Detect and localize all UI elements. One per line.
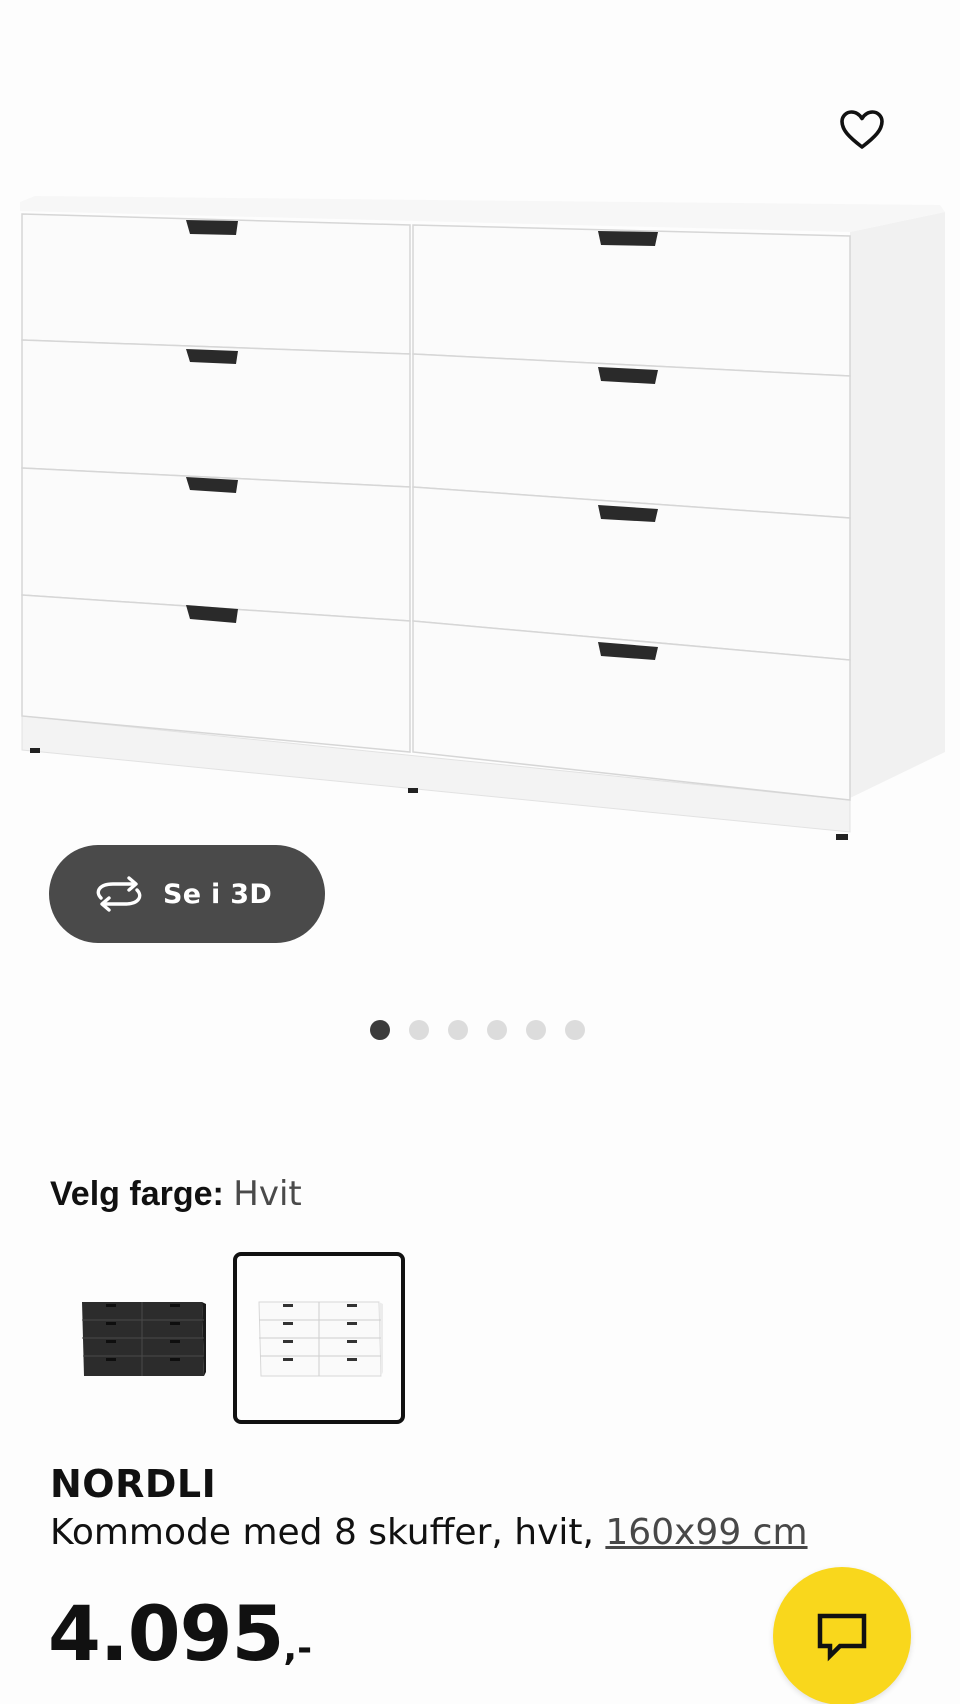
- product-description-text: Kommode med 8 skuffer, hvit,: [50, 1512, 606, 1553]
- product-price: 4.095,-: [48, 1596, 312, 1672]
- product-gallery[interactable]: Se i 3D: [0, 0, 960, 1040]
- chat-button[interactable]: [773, 1567, 911, 1704]
- heart-icon: [840, 110, 884, 149]
- carousel-dot[interactable]: [409, 1020, 429, 1040]
- color-label-key: Velg farge:: [50, 1175, 224, 1213]
- rotate-3d-icon: [96, 876, 142, 912]
- black-dresser-thumbnail: [82, 1302, 206, 1376]
- carousel-dot[interactable]: [487, 1020, 507, 1040]
- carousel-indicator: [370, 1020, 585, 1040]
- color-label-value: Hvit: [233, 1174, 302, 1214]
- color-selection-label: Velg farge: Hvit: [50, 1172, 302, 1216]
- product-description: Kommode med 8 skuffer, hvit, 160x99 cm: [50, 1512, 808, 1553]
- carousel-dot[interactable]: [526, 1020, 546, 1040]
- view-3d-button[interactable]: Se i 3D: [49, 845, 325, 943]
- carousel-dot[interactable]: [448, 1020, 468, 1040]
- product-image: [20, 196, 945, 840]
- product-name: NORDLI: [50, 1462, 217, 1506]
- price-suffix: ,-: [283, 1628, 313, 1669]
- price-amount: 4.095: [48, 1589, 284, 1678]
- favorite-button[interactable]: [832, 100, 892, 160]
- color-swatch-white[interactable]: [233, 1252, 405, 1424]
- carousel-dot[interactable]: [565, 1020, 585, 1040]
- chat-icon: [817, 1613, 867, 1662]
- white-dresser-thumbnail: [258, 1301, 383, 1377]
- view-3d-label: Se i 3D: [163, 878, 273, 910]
- product-size-link[interactable]: 160x99 cm: [605, 1512, 807, 1553]
- product-page: Se i 3D Velg farge: Hvit NORDLI Kommode …: [0, 0, 960, 1704]
- carousel-dot[interactable]: [370, 1020, 390, 1040]
- color-swatch-black[interactable]: [56, 1252, 228, 1424]
